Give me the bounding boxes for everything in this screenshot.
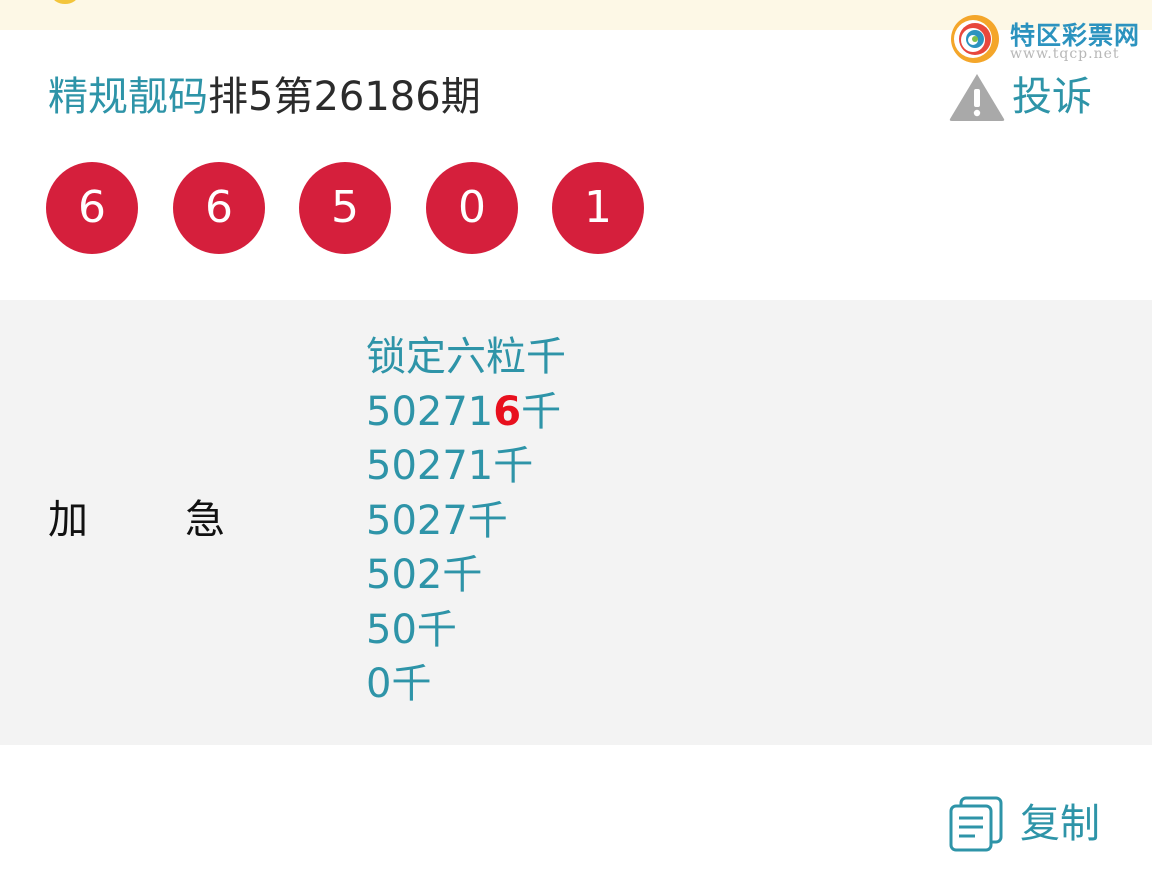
result-ball: 5 [299,162,391,254]
swirl-logo-icon [951,15,999,63]
highlight-digit: 6 [493,388,522,435]
top-strip-dot [52,0,78,4]
prediction-line: 5027千 [366,497,508,544]
prediction-line-highlighted: 502716千 [366,385,566,440]
result-ball: 1 [552,162,644,254]
urgent-label-left: 加 [48,497,88,543]
document-copy-icon [949,796,1003,852]
warning-triangle-icon [949,74,1005,121]
result-ball: 6 [173,162,265,254]
prediction-panel: 加 急 锁定六粒千 502716千 50271千 5027千 502千 50千 … [0,300,1152,745]
line-prefix: 50271 [366,388,494,435]
prediction-line: 0千 [366,661,432,707]
urgent-label-right: 急 [185,497,225,543]
complaint-button[interactable]: 投诉 [948,72,1092,122]
result-ball: 0 [426,162,518,254]
watermark-url: www.tqcp.net [1010,46,1120,62]
prediction-line: 50千 [366,606,457,653]
line-suffix: 千 [521,388,562,435]
copy-label: 复制 [1020,801,1100,847]
prediction-line: 50271千 [366,443,534,489]
result-ball: 6 [46,162,138,254]
page-title: 精规靓码排5第26186期 [48,72,481,122]
title-main: 排5第26186期 [208,74,481,120]
prediction-line: 502千 [366,552,483,598]
watermark: 特区彩票网 www.tqcp.net [948,10,1148,66]
prediction-lines: 锁定六粒千 502716千 50271千 5027千 502千 50千 0千 [366,330,566,712]
complaint-label: 投诉 [1012,74,1092,120]
prediction-line: 锁定六粒千 [366,334,566,380]
title-accent: 精规靓码 [48,74,208,120]
copy-button[interactable]: 复制 [948,796,1100,852]
